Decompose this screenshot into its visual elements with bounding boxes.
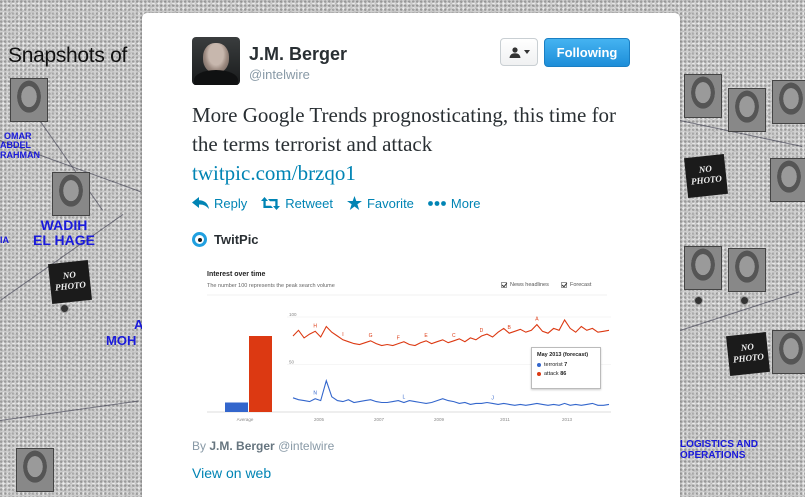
twitpic-logo-icon [192,232,207,247]
label-omar-abdel-rahman: OMAR ABDEL RAHMAN [0,131,40,160]
provider-name: TwitPic [214,232,259,247]
byline: By J.M. Berger @intelwire [192,439,335,453]
avatar-face [203,43,229,73]
reply-action[interactable]: Reply [192,196,247,211]
retweet-label: Retweet [285,195,333,211]
background-collage-right: NO PHOTO NO PHOTO LOGISTICS AND OPERATIO… [679,0,805,497]
news-marker: N [313,391,317,397]
news-marker: I [342,332,343,338]
user-actions-dropdown-button[interactable] [500,38,538,66]
news-marker: G [369,333,373,339]
y-tick-label: 100 [289,312,297,317]
author-handle[interactable]: @intelwire [249,67,310,82]
tooltip-title: May 2013 (forecast) [537,352,589,358]
no-photo-placeholder: NO PHOTO [726,332,770,376]
news-marker: C [452,333,456,339]
mugshot-photo [772,330,805,374]
person-icon [509,46,520,58]
favorite-action[interactable]: Favorite [346,195,414,211]
average-bar-terrorist [225,402,248,412]
x-tick-label: 2013 [562,417,573,422]
mugshot-photo [772,80,805,124]
label-logistics-and-operations: LOGISTICS AND OPERATIONS [680,439,758,461]
average-bar-attack [249,336,272,412]
tweet-link[interactable]: twitpic.com/brzqo1 [192,159,356,188]
news-marker: E [424,333,428,339]
news-marker: A [535,317,539,323]
avatar[interactable] [192,37,240,85]
more-action[interactable]: More [428,196,481,211]
background-collage-left: Snapshots of OMAR ABDEL RAHMAN WADIH EL … [0,0,143,497]
news-marker: F [397,336,400,342]
no-photo-placeholder: NO PHOTO [48,260,92,304]
byline-name[interactable]: J.M. Berger [209,439,274,453]
label-fragment: IA [0,235,9,245]
y-tick-label: 50 [289,360,295,365]
label-wadih-el-hage: WADIH EL HAGE [33,217,95,248]
mugshot-photo [684,74,722,118]
news-marker: L [402,395,405,401]
label-fragment: MOH [106,333,137,348]
x-tick-label: 2009 [434,417,445,422]
star-icon [346,196,362,210]
tweet-card: J.M. Berger @intelwire Following More Go… [142,13,680,497]
news-marker: B [508,325,512,331]
node-dot [694,296,703,305]
background-title: Snapshots of [8,44,127,67]
mugshot-photo [10,78,48,122]
trend-plot: 100 50 Average 2005 2007 2009 2011 2013 H I G F E C D B… [207,294,611,422]
mugshot-photo [770,158,805,202]
link-line [0,400,139,421]
ellipsis-icon [428,200,446,206]
mugshot-photo [728,88,766,132]
following-button[interactable]: Following [544,38,630,67]
node-dot [60,304,69,313]
news-marker: J [491,395,494,401]
avatar-shirt [194,70,238,85]
chart-tooltip: May 2013 (forecast) terrorist 7 attack 8… [531,347,601,389]
news-marker: H [313,323,317,329]
node-dot [740,296,749,305]
more-label: More [450,195,481,211]
media-provider: TwitPic [192,232,259,247]
x-tick-label: 2007 [374,417,385,422]
byline-handle[interactable]: @intelwire [278,439,334,453]
tooltip-row-attack: attack 86 [537,371,595,377]
mugshot-photo [16,448,54,492]
retweet-icon [261,196,281,210]
no-photo-placeholder: NO PHOTO [684,154,728,198]
mugshot-photo [52,172,90,216]
favorite-label: Favorite [366,195,414,211]
x-tick-label: 2005 [314,417,325,422]
trends-chart-image[interactable]: Interest over time The number 100 repres… [201,265,613,426]
x-tick-label: 2011 [500,417,510,422]
news-marker: D [480,328,484,334]
author-display-name[interactable]: J.M. Berger [249,44,347,65]
tooltip-row-terrorist: terrorist 7 [537,362,595,368]
series-dot [537,372,541,376]
mugshot-photo [684,246,722,290]
caret-down-icon [523,50,530,54]
reply-icon [192,197,209,209]
tweet-text: More Google Trends prognosticating, this… [192,103,617,156]
x-tick-label: Average [237,417,254,422]
reply-label: Reply [214,195,248,211]
tweet-actions: Reply Retweet Favorite More [192,195,495,211]
view-on-web-link[interactable]: View on web [192,465,271,481]
series-dot [537,363,541,367]
mugshot-photo [728,248,766,292]
retweet-action[interactable]: Retweet [261,196,333,211]
